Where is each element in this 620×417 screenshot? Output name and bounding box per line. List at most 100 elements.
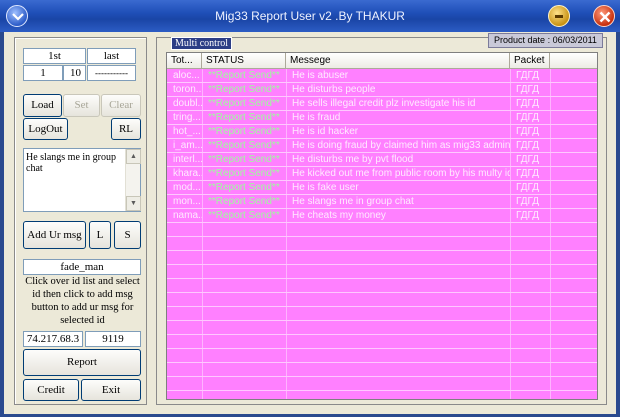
cell-packet: ГДГД (516, 196, 540, 207)
l-button[interactable]: L (89, 221, 111, 249)
cell-status: **Report Send** (208, 112, 280, 123)
column-header-messege[interactable]: Messege (286, 53, 510, 69)
close-icon (599, 11, 611, 23)
report-button[interactable]: Report (23, 349, 141, 376)
table-row[interactable]: toron... **Report Send** He disturbs peopl… (167, 83, 597, 97)
cell-packet: ГДГД (516, 154, 540, 165)
table-row[interactable]: khara... **Report Send** He kicked out me … (167, 167, 597, 181)
multi-control-panel: Multi control Product date : 06/03/2011 … (156, 33, 607, 405)
cell-message: He disturbs people (292, 84, 376, 95)
username-field[interactable]: fade_man (23, 259, 141, 275)
cell-tot: doubl... (173, 98, 202, 109)
cell-tot: hot_... (173, 126, 201, 137)
cell-packet: ГДГД (516, 70, 540, 81)
port-field[interactable]: 9119 (85, 331, 141, 347)
report-list[interactable]: Tot... STATUS Messege Packet aloc... **Re… (166, 52, 598, 400)
product-date: Product date : 06/03/2011 (488, 33, 603, 48)
last-label: last (87, 48, 136, 64)
table-row[interactable]: hot_... **Report Send** He is id hacker ГДГ… (167, 125, 597, 139)
cell-message: He disturbs me by pvt flood (292, 154, 414, 165)
table-row[interactable]: aloc... **Report Send** He is abuser ГДГД (167, 69, 597, 83)
cell-status: **Report Send** (208, 168, 280, 179)
cell-status: **Report Send** (208, 182, 280, 193)
scroll-up-icon[interactable]: ▲ (126, 149, 141, 164)
empty-row (167, 391, 597, 399)
cell-message: He sells illegal credit plz investigate … (292, 98, 476, 109)
table-row[interactable]: nama... **Report Send** He cheats my money… (167, 209, 597, 223)
cell-message: He is fraud (292, 112, 341, 123)
cell-message: He is id hacker (292, 126, 359, 137)
empty-row (167, 335, 597, 349)
cell-message: He is doing fraud by claimed him as mig3… (292, 140, 510, 151)
table-row[interactable]: doubl... **Report Send** He sells illegal … (167, 97, 597, 111)
last-value-field[interactable]: 10 (63, 65, 86, 81)
add-msg-button[interactable]: Add Ur msg (23, 221, 86, 249)
cell-tot: mon... (173, 196, 201, 207)
table-row[interactable]: mon... **Report Send** He slangs me in gro… (167, 195, 597, 209)
clear-button[interactable]: Clear (101, 94, 141, 117)
empty-row (167, 349, 597, 363)
column-header-tot[interactable]: Tot... (167, 53, 202, 69)
set-button[interactable]: Set (63, 94, 100, 117)
cell-status: **Report Send** (208, 210, 280, 221)
minimize-button[interactable] (548, 5, 570, 27)
cell-message: He slangs me in group chat (292, 196, 414, 207)
empty-row (167, 307, 597, 321)
ip-field[interactable]: 74.217.68.3 (23, 331, 83, 347)
table-row[interactable]: mod... **Report Send** He is fake user ГДГД (167, 181, 597, 195)
message-scrollbar[interactable]: ▲ ▼ (125, 149, 141, 211)
column-header-empty (550, 53, 597, 69)
cell-tot: interl... (173, 154, 202, 165)
message-textarea[interactable]: He slangs me in group chat ▲ ▼ (23, 148, 141, 212)
cell-status: **Report Send** (208, 70, 280, 81)
cell-packet: ГДГД (516, 182, 540, 193)
exit-button[interactable]: Exit (81, 379, 141, 401)
empty-row (167, 293, 597, 307)
cell-packet: ГДГД (516, 84, 540, 95)
load-button[interactable]: Load (23, 94, 62, 117)
cell-status: **Report Send** (208, 196, 280, 207)
table-row[interactable]: i_am... **Report Send** He is doing fraud … (167, 139, 597, 153)
help-text: Click over id list and select id then cl… (25, 276, 140, 326)
logout-button[interactable]: LogOut (23, 118, 68, 140)
first-value-field[interactable]: 1 (23, 65, 63, 81)
cell-tot: toron... (173, 84, 202, 95)
client-area: 1st last 1 10 ----------- Load Set Clear… (4, 32, 616, 414)
message-text: He slangs me in group chat (26, 152, 116, 174)
cell-message: He is fake user (292, 182, 359, 193)
cell-packet: ГДГД (516, 112, 540, 123)
cell-packet: ГДГД (516, 98, 540, 109)
title-bar[interactable]: Mig33 Report User v2 .By THAKUR (0, 0, 620, 32)
cell-packet: ГДГД (516, 210, 540, 221)
cell-tot: i_am... (173, 140, 202, 151)
empty-row (167, 321, 597, 335)
table-row[interactable]: interl... **Report Send** He disturbs me b… (167, 153, 597, 167)
first-label: 1st (23, 48, 86, 64)
cell-tot: aloc... (173, 70, 200, 81)
cell-status: **Report Send** (208, 140, 280, 151)
window-title: Mig33 Report User v2 .By THAKUR (215, 9, 405, 23)
empty-row (167, 251, 597, 265)
multi-control-label: Multi control (171, 37, 233, 50)
table-row[interactable]: tring... **Report Send** He is fraud ГДГД (167, 111, 597, 125)
cell-tot: khara... (173, 168, 202, 179)
app-window: Mig33 Report User v2 .By THAKUR 1st last… (0, 0, 620, 417)
s-button[interactable]: S (114, 221, 141, 249)
close-button[interactable] (593, 5, 615, 27)
credit-button[interactable]: Credit (23, 379, 79, 401)
cell-packet: ГДГД (516, 126, 540, 137)
empty-row (167, 223, 597, 237)
empty-row (167, 363, 597, 377)
empty-row (167, 377, 597, 391)
empty-row (167, 237, 597, 251)
column-header-status[interactable]: STATUS (202, 53, 286, 69)
cell-status: **Report Send** (208, 126, 280, 137)
rl-button[interactable]: RL (111, 118, 141, 140)
empty-row (167, 279, 597, 293)
minimize-icon (555, 15, 563, 18)
cell-message: He cheats my money (292, 210, 386, 221)
column-header-packet[interactable]: Packet (510, 53, 550, 69)
last-dots: ----------- (87, 65, 136, 81)
scroll-down-icon[interactable]: ▼ (126, 196, 141, 211)
cell-status: **Report Send** (208, 84, 280, 95)
